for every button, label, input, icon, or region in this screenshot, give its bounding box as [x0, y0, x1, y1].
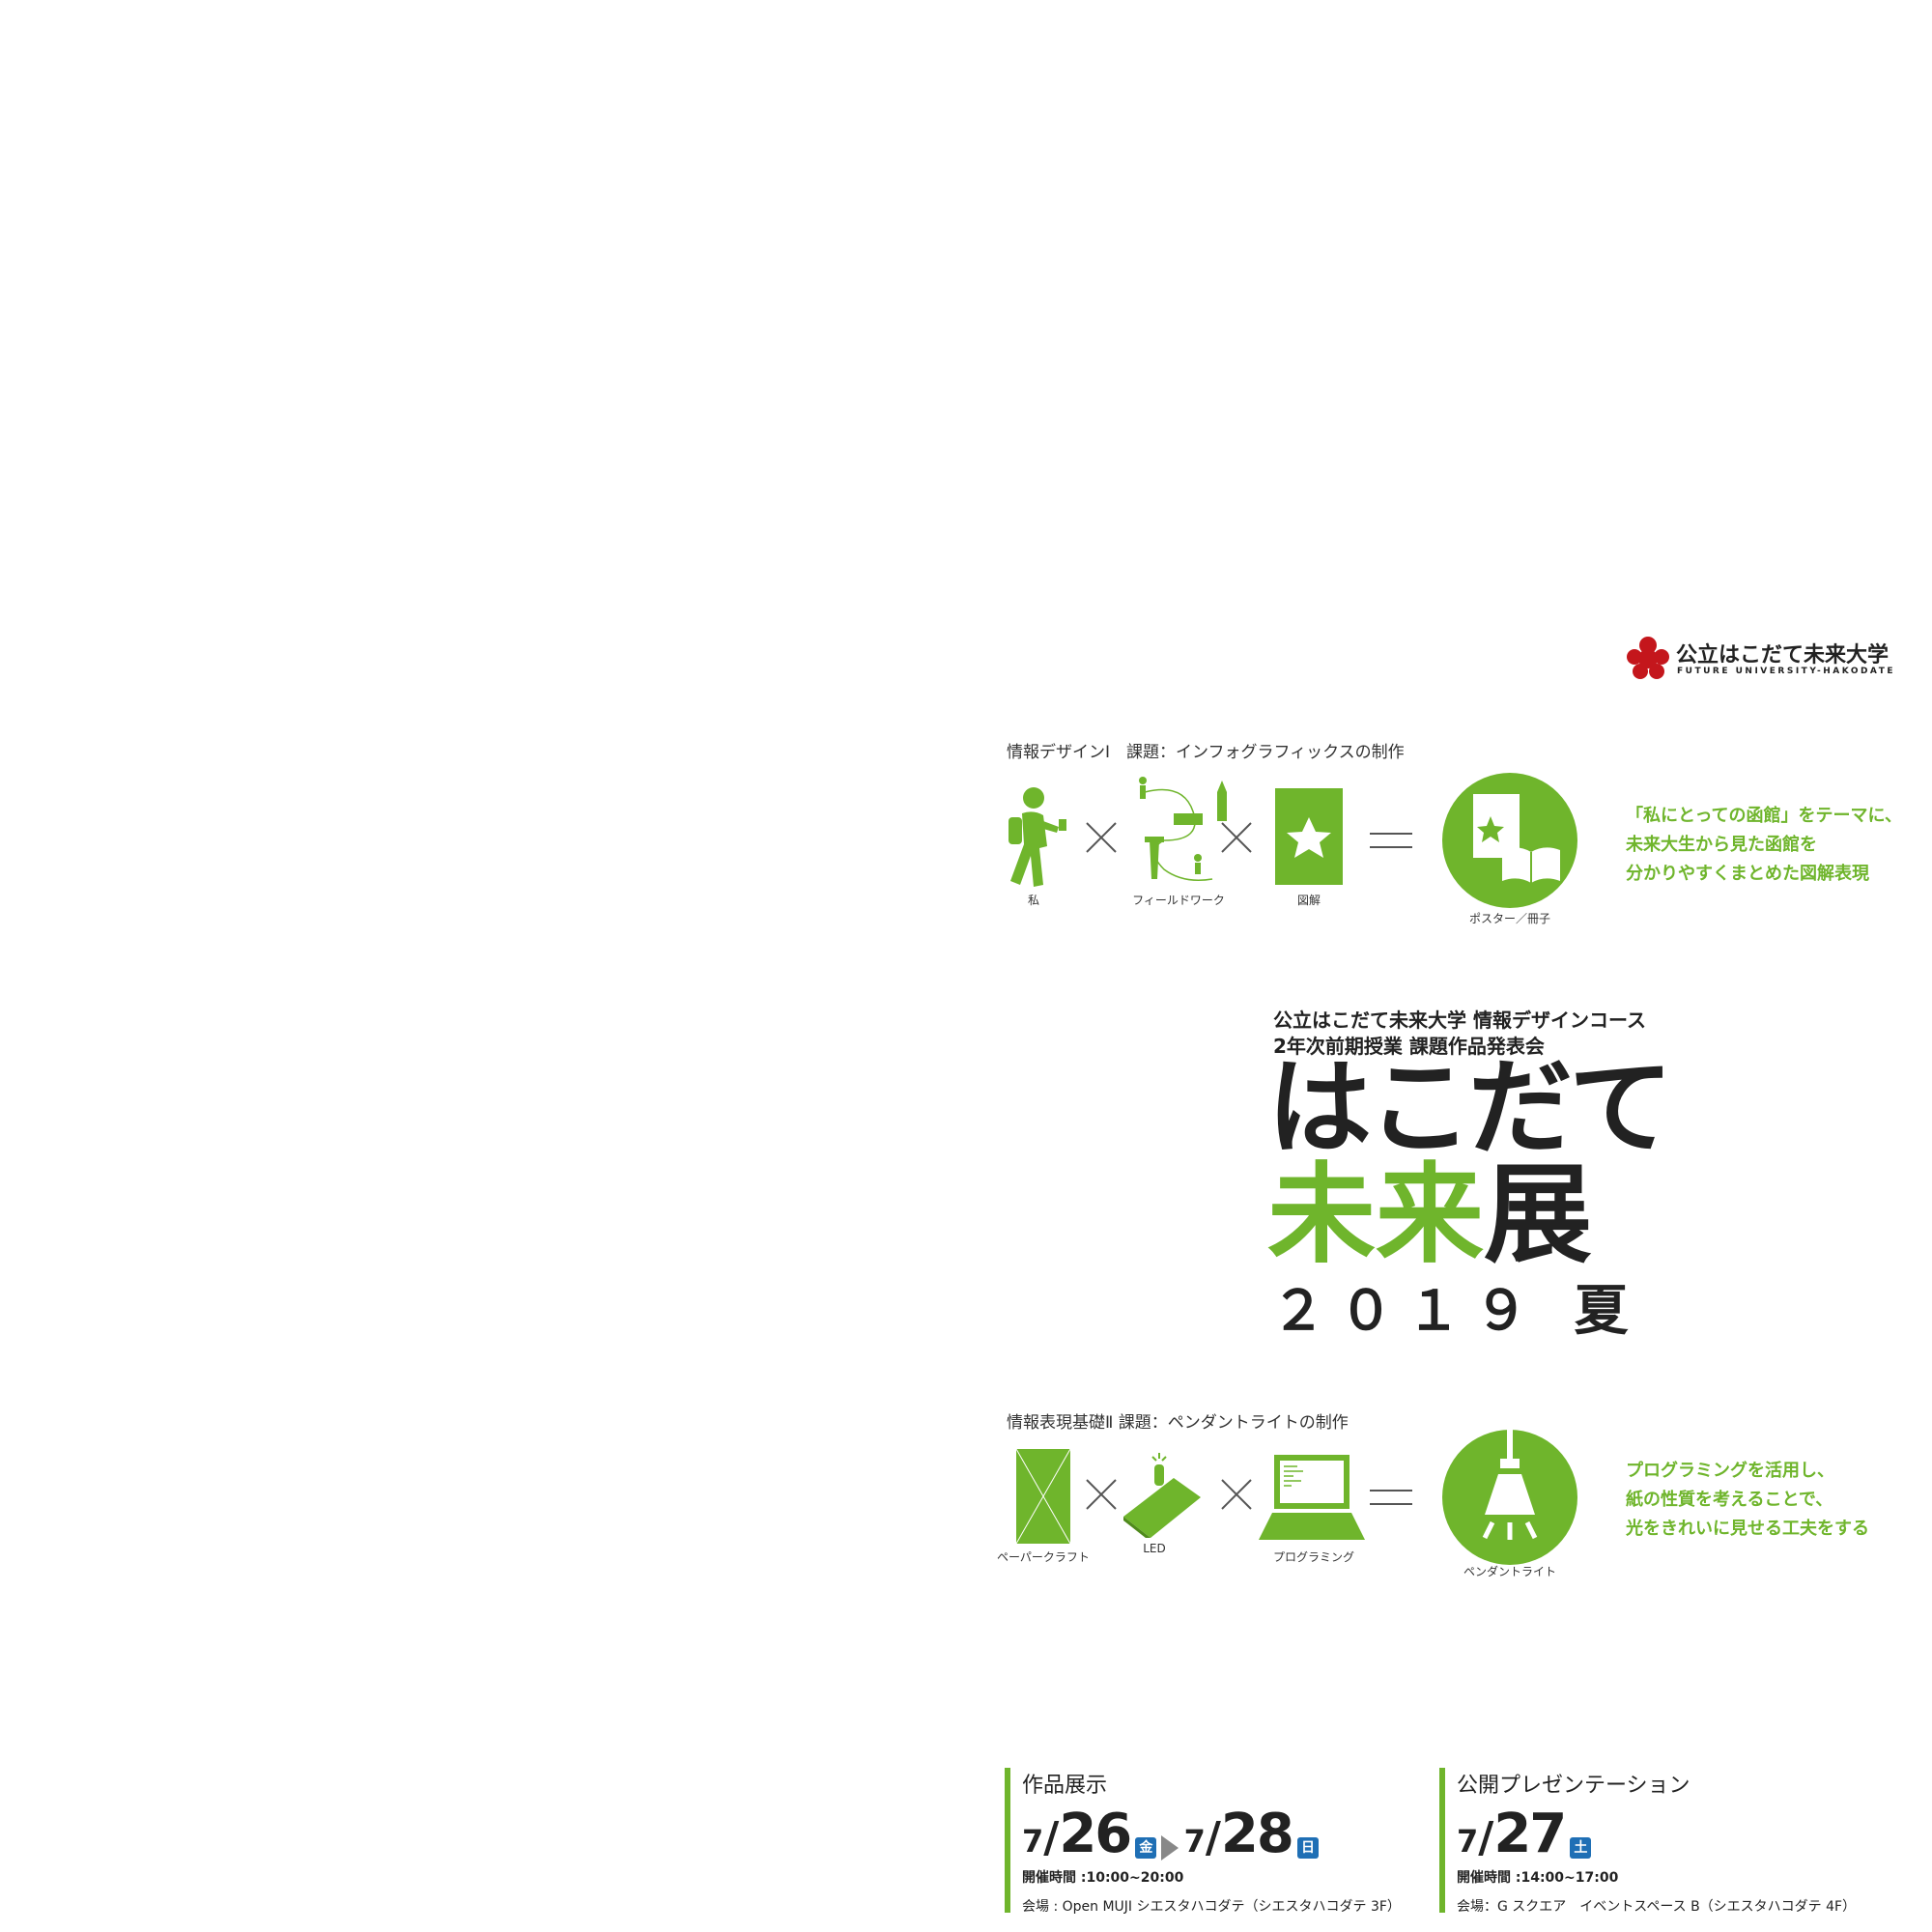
logo-mark-icon	[1627, 637, 1669, 679]
desc-line: 未来大生から見た函館を	[1626, 835, 1817, 855]
exhibit-heading: 作品展示	[1022, 1774, 1108, 1798]
exhibit-end-dow: 日	[1296, 1836, 1319, 1859]
presentation-heading: 公開プレゼンテーション	[1457, 1774, 1690, 1798]
label-watashi: 私	[1027, 894, 1039, 907]
exhibit-start-month: 7	[1022, 1823, 1044, 1860]
label-pendant-light: ペンダントライト	[1463, 1565, 1556, 1578]
title-subtitle-1: 公立はこだて未来大学 情報デザインコース	[1273, 1009, 1646, 1032]
desc-line: 「私にとっての函館」をテーマに、	[1626, 806, 1903, 826]
presentation-month: 7	[1457, 1823, 1479, 1860]
exhibit-start-day: 26	[1059, 1803, 1132, 1865]
desc-line: プログラミングを活用し、	[1626, 1461, 1834, 1481]
title-ten: 展	[1484, 1152, 1592, 1278]
times-icon	[1086, 822, 1117, 853]
exhibit-venue: 会場 : Open MUJI シエスタハコダテ（シエスタハコダテ 3F）	[1022, 1899, 1401, 1915]
university-logo: 公立はこだて未来大学 FUTURE UNIVERSITY-HAKODATE	[1626, 636, 1896, 684]
presentation-date: 7/27 土	[1457, 1803, 1911, 1865]
section1-title: 情報デザインⅠ 課題：インフォグラフィックスの制作	[1007, 743, 1405, 762]
label-led: LED	[1143, 1542, 1166, 1555]
section1-description: 「私にとっての函館」をテーマに、 未来大生から見た函館を 分かりやすくまとめた図…	[1626, 802, 1902, 889]
diagram-icon	[1275, 788, 1343, 885]
laptop-icon	[1259, 1455, 1365, 1540]
led-board-icon	[1123, 1453, 1201, 1538]
presentation-venue: 会場：G スクエア イベントスペース B（シエスタハコダテ 4F）	[1457, 1899, 1857, 1915]
title-main-miraiten: 未来展	[1267, 1157, 1592, 1273]
person-icon	[1009, 787, 1066, 887]
exhibit-end-month: 7	[1183, 1823, 1206, 1860]
times-icon	[1086, 1479, 1117, 1510]
desc-line: 分かりやすくまとめた図解表現	[1626, 864, 1869, 884]
times-icon	[1221, 822, 1252, 853]
presentation-day: 27	[1493, 1803, 1567, 1865]
label-fieldwork: フィールドワーク	[1132, 894, 1225, 907]
exhibit-block: 作品展示 7/26 金 7/28 日 開催時間 :10:00~20:00 会場 …	[1005, 1768, 1428, 1915]
desc-line: 光をきれいに見せる工夫をする	[1626, 1519, 1869, 1539]
label-programming: プログラミング	[1272, 1550, 1354, 1564]
pendant-light-icon	[1442, 1430, 1577, 1565]
label-papercraft: ペーパークラフト	[997, 1550, 1090, 1564]
poster-booklet-icon	[1442, 773, 1577, 908]
presentation-block: 公開プレゼンテーション 7/27 土 開催時間 :14:00~17:00 会場：…	[1439, 1768, 1911, 1915]
date-slash: /	[1043, 1813, 1060, 1862]
section2-title: 情報表現基礎Ⅱ 課題：ペンダントライトの制作	[1007, 1413, 1349, 1433]
title-main-hakodate: はこだて	[1267, 1048, 1673, 1169]
arrow-right-icon	[1161, 1834, 1179, 1861]
equals-icon	[1370, 833, 1412, 848]
logo-subtitle: FUTURE UNIVERSITY-HAKODATE	[1677, 667, 1895, 676]
papercraft-icon	[1016, 1449, 1070, 1544]
logo-name: 公立はこだて未来大学	[1676, 643, 1889, 668]
label-poster: ポスター／冊子	[1468, 912, 1550, 925]
presentation-dow: 土	[1570, 1836, 1592, 1859]
title-year: ２０１９ 夏	[1271, 1280, 1642, 1343]
equals-icon	[1370, 1490, 1412, 1505]
times-icon	[1221, 1479, 1252, 1510]
label-zukai: 図解	[1296, 894, 1321, 907]
desc-line: 紙の性質を考えることで、	[1626, 1490, 1833, 1510]
exhibit-end-day: 28	[1220, 1803, 1294, 1865]
title-mirai: 未来	[1267, 1152, 1484, 1278]
exhibit-start-dow: 金	[1135, 1836, 1157, 1859]
presentation-hours: 開催時間 :14:00~17:00	[1457, 1870, 1619, 1886]
date-slash: /	[1478, 1813, 1494, 1862]
exhibit-dates: 7/26 金 7/28 日	[1022, 1803, 1428, 1865]
section2-description: プログラミングを活用し、 紙の性質を考えることで、 光をきれいに見せる工夫をする	[1626, 1457, 1869, 1544]
exhibit-hours: 開催時間 :10:00~20:00	[1022, 1870, 1184, 1886]
date-slash: /	[1205, 1813, 1221, 1862]
